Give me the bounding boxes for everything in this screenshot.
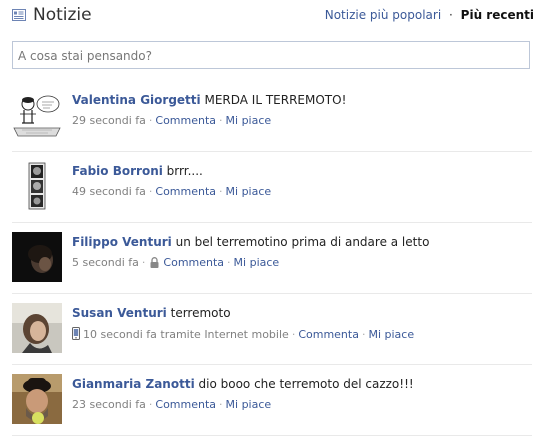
story-text: Gianmaria Zanotti dio booo che terremoto…: [72, 377, 532, 391]
story-text: Susan Venturi terremoto: [72, 306, 532, 320]
like-link[interactable]: Mi piace: [226, 398, 272, 411]
meta-dot: ·: [141, 256, 146, 269]
avatar[interactable]: [12, 90, 62, 140]
avatar[interactable]: [12, 232, 62, 282]
news-feed: Valentina Giorgetti MERDA IL TERREMOTO! …: [12, 82, 532, 436]
author-name[interactable]: Valentina Giorgetti: [72, 93, 201, 107]
author-name[interactable]: Fabio Borroni: [72, 164, 163, 178]
page-title: Notizie: [33, 5, 92, 25]
author-name[interactable]: Filippo Venturi: [72, 235, 172, 249]
avatar[interactable]: [12, 303, 62, 353]
feed-story: Fabio Borroni brrr.... 49 secondi fa · Com…: [12, 153, 532, 223]
story-message: terremoto: [170, 306, 231, 320]
feed-story: Gianmaria Zanotti dio booo che terremoto…: [12, 366, 532, 436]
story-message: dio booo che terremoto del cazzo!!!: [198, 377, 414, 391]
timestamp[interactable]: 23 secondi fa: [72, 398, 146, 411]
like-link[interactable]: Mi piace: [226, 114, 272, 127]
meta-dot: ·: [219, 114, 223, 127]
story-text: Filippo Venturi un bel terremotino prima…: [72, 235, 532, 249]
story-message: un bel terremotino prima di andare a let…: [175, 235, 430, 249]
meta-dot: ·: [291, 328, 296, 341]
meta-dot: ·: [148, 185, 153, 198]
meta-dot: ·: [361, 328, 366, 341]
comment-link[interactable]: Commenta: [298, 328, 359, 341]
feed-story: Valentina Giorgetti MERDA IL TERREMOTO! …: [12, 82, 532, 152]
story-message: MERDA IL TERREMOTO!: [204, 93, 347, 107]
like-link[interactable]: Mi piace: [234, 256, 280, 269]
most-recent-tab[interactable]: Più recenti: [461, 8, 534, 22]
mobile-phone-icon: [72, 327, 80, 340]
meta-dot: ·: [227, 256, 231, 269]
story-meta: 29 secondi fa · Commenta · Mi piace: [72, 114, 532, 127]
timestamp[interactable]: 5 secondi fa: [72, 256, 139, 269]
comment-link[interactable]: Commenta: [163, 256, 224, 269]
comment-link[interactable]: Commenta: [155, 398, 216, 411]
feed-story: Filippo Venturi un bel terremotino prima…: [12, 224, 532, 294]
story-text: Valentina Giorgetti MERDA IL TERREMOTO!: [72, 93, 532, 107]
feed-filters: Notizie più popolari · Più recenti: [325, 8, 534, 22]
feed-header: Notizie Notizie più popolari · Più recen…: [12, 3, 534, 29]
story-meta: 5 secondi fa · Commenta · Mi piace: [72, 256, 532, 269]
status-composer-input[interactable]: A cosa stai pensando?: [12, 41, 530, 69]
avatar[interactable]: [12, 161, 62, 211]
story-meta: 23 secondi fa · Commenta · Mi piace: [72, 398, 532, 411]
story-meta: 49 secondi fa · Commenta · Mi piace: [72, 185, 532, 198]
like-link[interactable]: Mi piace: [368, 328, 414, 341]
story-meta: 10 secondi fa tramite Internet mobile · Co…: [72, 327, 532, 341]
meta-dot: ·: [219, 185, 223, 198]
like-link[interactable]: Mi piace: [226, 185, 272, 198]
meta-dot: ·: [148, 398, 153, 411]
story-text: Fabio Borroni brrr....: [72, 164, 532, 178]
filter-separator: ·: [449, 8, 453, 22]
meta-dot: ·: [219, 398, 223, 411]
popular-news-link[interactable]: Notizie più popolari: [325, 8, 441, 22]
timestamp[interactable]: 10 secondi fa: [83, 328, 157, 341]
timestamp[interactable]: 29 secondi fa: [72, 114, 146, 127]
timestamp[interactable]: 49 secondi fa: [72, 185, 146, 198]
feed-story: Susan Venturi terremoto 10 secondi fa tr…: [12, 295, 532, 365]
author-name[interactable]: Susan Venturi: [72, 306, 167, 320]
via-mobile-link[interactable]: tramite Internet mobile: [160, 328, 288, 341]
news-feed-icon: [12, 9, 26, 21]
meta-dot: ·: [148, 114, 153, 127]
comment-link[interactable]: Commenta: [155, 114, 216, 127]
avatar[interactable]: [12, 374, 62, 424]
lock-icon: [150, 257, 159, 268]
story-message: brrr....: [166, 164, 203, 178]
comment-link[interactable]: Commenta: [155, 185, 216, 198]
author-name[interactable]: Gianmaria Zanotti: [72, 377, 195, 391]
